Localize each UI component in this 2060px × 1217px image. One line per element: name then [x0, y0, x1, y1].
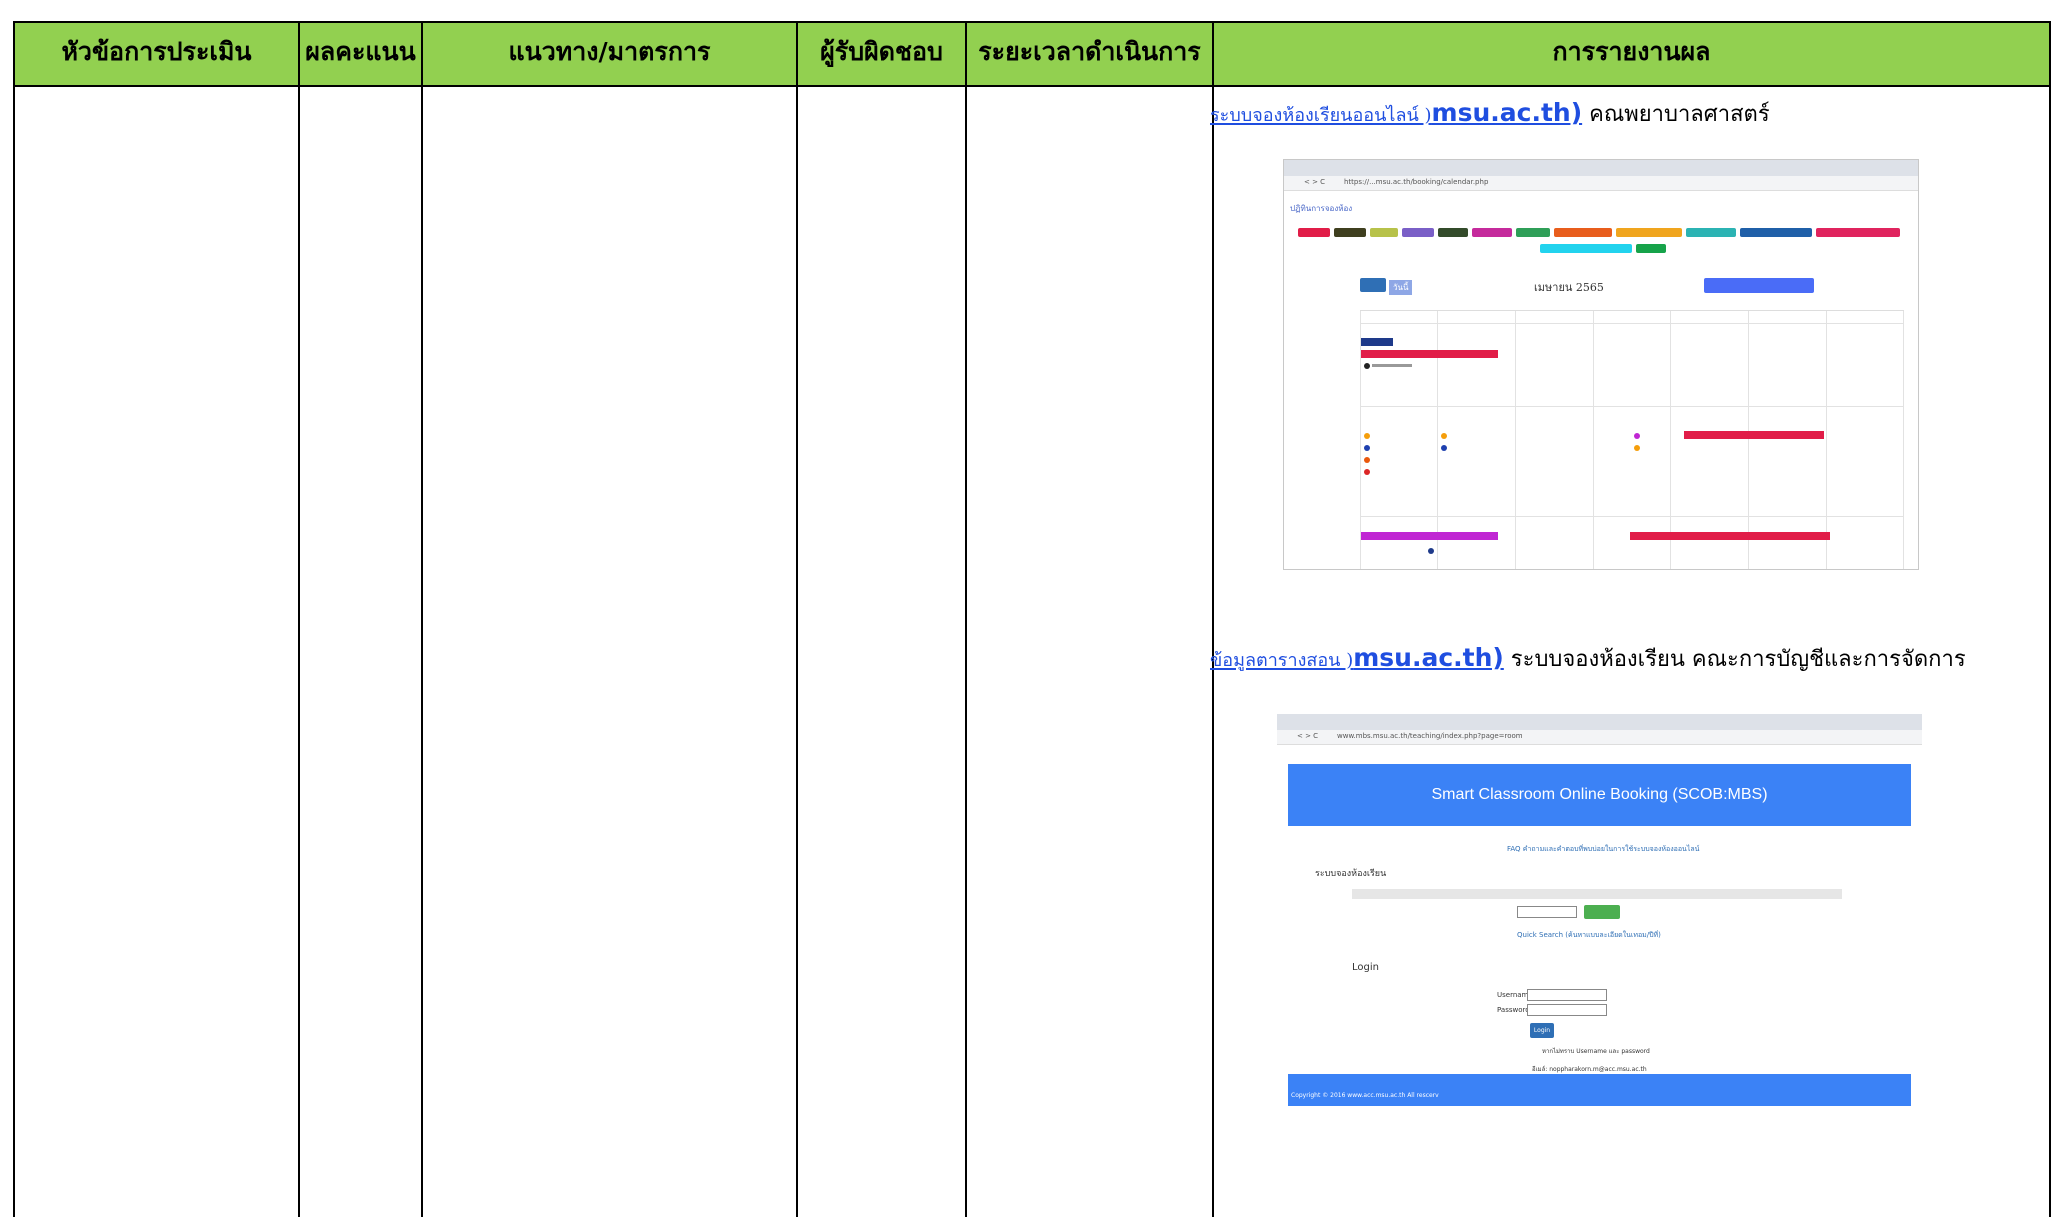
- calendar-month-title: เมษายน 2565: [1534, 281, 1604, 294]
- grid-line: [1593, 311, 1594, 569]
- header-assessment-topic: หัวข้อการประเมิน: [61, 37, 252, 66]
- header-responsible: ผู้รับผิดชอบ: [820, 37, 943, 66]
- room-select[interactable]: [1517, 906, 1577, 918]
- browser-address-bar: < > Chttps://...msu.ac.th/booking/calend…: [1284, 176, 1918, 191]
- grid-line: [1360, 323, 1904, 324]
- quick-search-link[interactable]: Quick Search (ค้นหาแบบละเอียดในเทอม/ปีที…: [1517, 930, 1661, 941]
- report-item-2-faculty: ระบบจองห้องเรียน คณะการบัญชีและการจัดการ: [1503, 647, 1966, 672]
- room-chip: [1438, 228, 1468, 237]
- report-item-1-faculty: คณพยาบาลศาสตร์: [1582, 102, 1770, 127]
- calendar-prev-next[interactable]: [1360, 278, 1386, 292]
- event-dot: [1364, 469, 1370, 475]
- room-chip: [1616, 228, 1682, 237]
- event-text: [1372, 364, 1412, 367]
- notice-bar: [1352, 889, 1842, 899]
- search-button[interactable]: [1584, 905, 1620, 919]
- calendar-today-button[interactable]: วันนี้: [1389, 280, 1413, 295]
- event-dot: [1364, 363, 1370, 369]
- browser-tab-bar: [1277, 714, 1922, 730]
- browser-address-bar: < > Cwww.mbs.msu.ac.th/teaching/index.ph…: [1277, 730, 1922, 745]
- room-chip: [1298, 228, 1330, 237]
- room-chip: [1686, 228, 1736, 237]
- table-border-right: [2049, 21, 2051, 1217]
- password-label: Password: [1497, 1006, 1530, 1014]
- room-chip: [1472, 228, 1512, 237]
- teaching-schedule-link[interactable]: ข้อมูลตารางสอน )msu.ac.th): [1210, 643, 1504, 672]
- room-chip: [1540, 244, 1632, 253]
- calendar-view-switch[interactable]: [1704, 278, 1814, 293]
- event-dot: [1364, 457, 1370, 463]
- room-chip: [1334, 228, 1366, 237]
- header-report: การรายงานผล: [1552, 37, 1711, 66]
- event-dot: [1364, 445, 1370, 451]
- booking-app-header: Smart Classroom Online Booking (SCOB:MBS…: [1288, 764, 1911, 826]
- table-border-left: [13, 21, 15, 1217]
- event-dot: [1441, 445, 1447, 451]
- room-chip: [1554, 228, 1612, 237]
- login-heading: Login: [1352, 962, 1379, 973]
- event-dot: [1364, 433, 1370, 439]
- nursing-booking-link[interactable]: ระบบจองห้องเรียนออนไลน์ )msu.ac.th): [1210, 98, 1582, 127]
- calendar-event[interactable]: [1361, 338, 1393, 346]
- col-divider: [298, 21, 300, 1217]
- col-divider: [1212, 21, 1214, 1217]
- grid-line: [1360, 516, 1904, 517]
- col-divider: [421, 21, 423, 1217]
- header-duration: ระยะเวลาดำเนินการ: [978, 37, 1201, 66]
- col-divider: [796, 21, 798, 1217]
- event-dot: [1634, 433, 1640, 439]
- calendar-page-title: ปฏิทินการจองห้อง: [1290, 204, 1353, 213]
- event-dot: [1428, 548, 1434, 554]
- calendar-screenshot: < > Chttps://...msu.ac.th/booking/calend…: [1283, 159, 1919, 570]
- room-chip: [1816, 228, 1900, 237]
- contact-email: อีเมล์: noppharakorn.m@acc.msu.ac.th: [1532, 1066, 1647, 1073]
- booking-screenshot: < > Cwww.mbs.msu.ac.th/teaching/index.ph…: [1277, 714, 1922, 1109]
- header-guideline: แนวทาง/มาตรการ: [508, 37, 711, 66]
- faq-link[interactable]: FAQ คำถามและคำตอบที่พบบ่อยในการใช้ระบบจอ…: [1507, 844, 1699, 855]
- header-score: ผลคะแนน: [305, 37, 416, 66]
- header-bottom-border: [13, 85, 2051, 87]
- room-chip: [1370, 228, 1398, 237]
- password-input[interactable]: [1527, 1004, 1607, 1016]
- username-input[interactable]: [1527, 989, 1607, 1001]
- login-help: หากไม่ทราบ Username และ password: [1542, 1048, 1650, 1055]
- calendar-event[interactable]: [1684, 431, 1824, 439]
- col-divider: [965, 21, 967, 1217]
- calendar-event[interactable]: [1361, 532, 1498, 540]
- room-chip: [1740, 228, 1812, 237]
- calendar-grid: [1360, 310, 1904, 569]
- browser-tab-bar: [1284, 160, 1918, 176]
- event-dot: [1634, 445, 1640, 451]
- room-chip: [1402, 228, 1434, 237]
- report-item-2: ข้อมูลตารางสอน )msu.ac.th) ระบบจองห้องเร…: [1210, 641, 1966, 676]
- room-chip: [1636, 244, 1666, 253]
- report-item-1: ระบบจองห้องเรียนออนไลน์ )msu.ac.th) คณพย…: [1210, 96, 1770, 131]
- booking-section-title: ระบบจองห้องเรียน: [1315, 869, 1387, 879]
- login-button[interactable]: Login: [1530, 1023, 1554, 1038]
- room-chip: [1516, 228, 1550, 237]
- booking-footer: [1288, 1074, 1911, 1106]
- grid-line: [1360, 406, 1904, 407]
- calendar-event[interactable]: [1630, 532, 1830, 540]
- grid-line: [1515, 311, 1516, 569]
- calendar-event[interactable]: [1361, 350, 1498, 358]
- grid-line: [1903, 311, 1904, 569]
- event-dot: [1441, 433, 1447, 439]
- copyright: Copyright © 2016 www.acc.msu.ac.th All r…: [1291, 1092, 1439, 1099]
